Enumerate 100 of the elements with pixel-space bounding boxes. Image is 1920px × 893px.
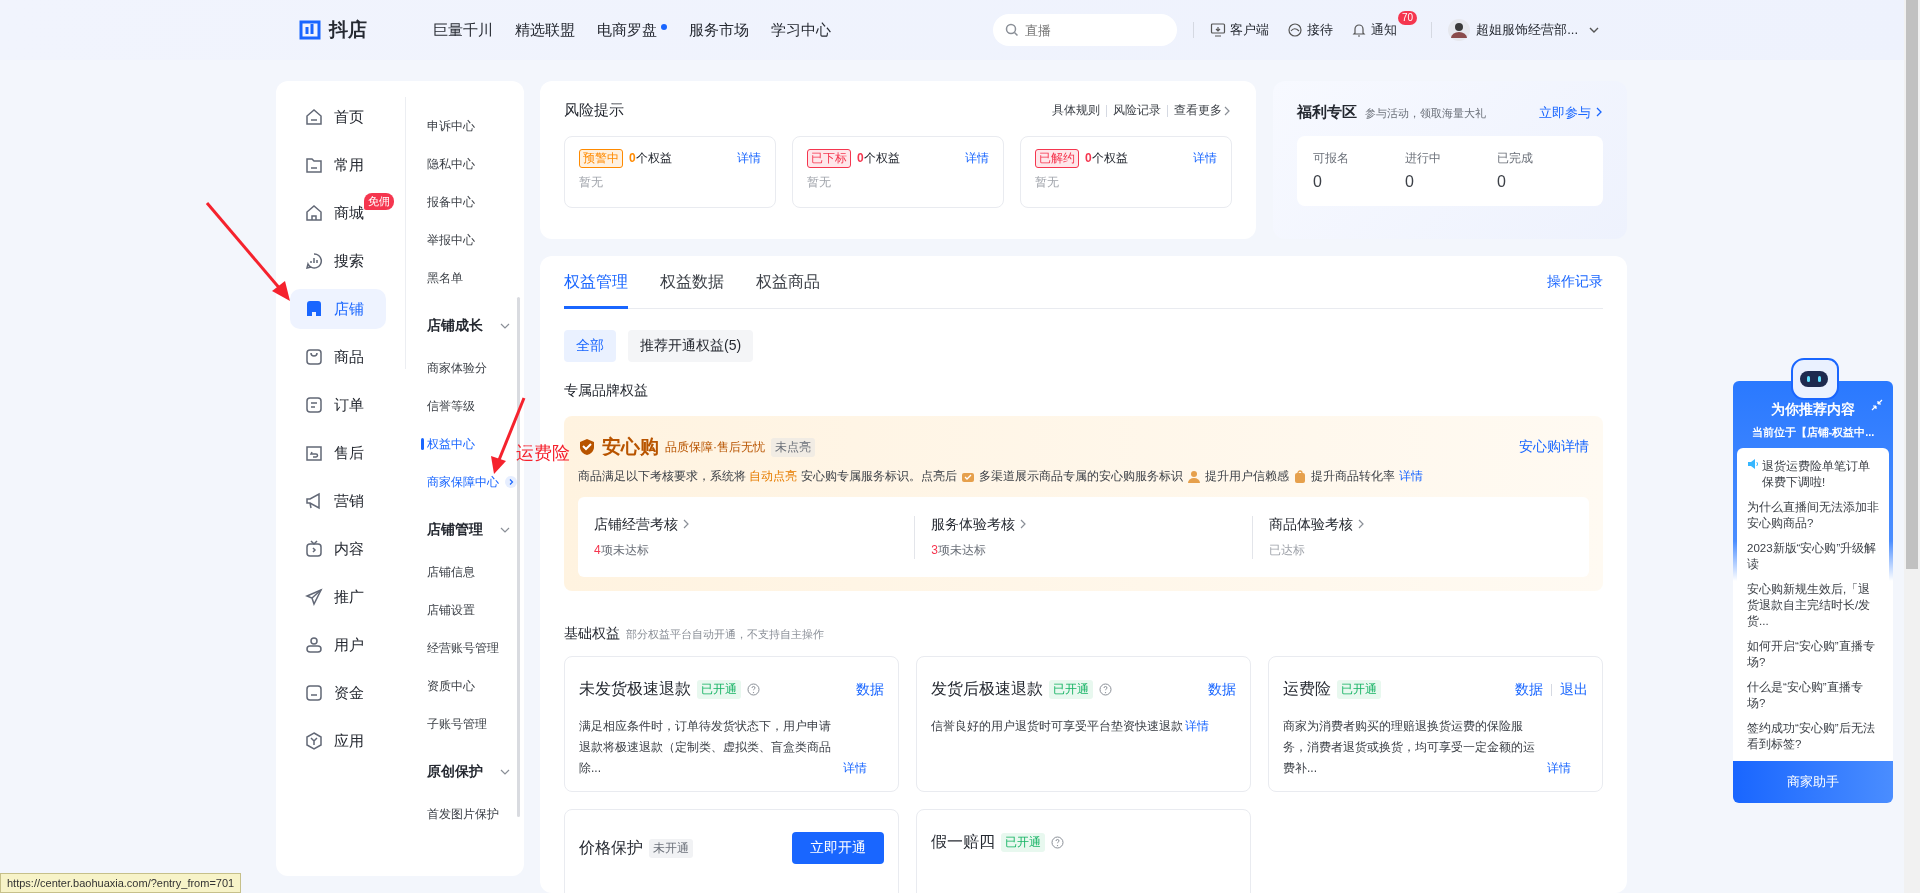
filter-button[interactable]: 推荐开通权益(5) [628, 330, 754, 362]
detail-link[interactable]: 详情 [1547, 758, 1571, 779]
logo-icon [297, 18, 323, 42]
detail-link[interactable]: 详情 [965, 150, 989, 167]
chevron-right-icon [1356, 518, 1365, 529]
sidebar-item[interactable]: 内容 [290, 529, 370, 569]
chevron-down-icon [500, 321, 510, 331]
sidebar-item[interactable]: 订单 [290, 385, 370, 425]
check-title[interactable]: 商品体验考核 [1268, 515, 1589, 534]
folder-icon [304, 155, 324, 175]
sidebar-item[interactable]: 资金 [290, 673, 370, 713]
sidebar-item[interactable]: 常用 [290, 145, 370, 185]
subnav-group[interactable]: 店铺成长 [405, 303, 524, 349]
risk-count: 0个权益 [629, 150, 672, 167]
check-title[interactable]: 店铺经营考核 [594, 515, 915, 534]
annotation-label: 运费险 [516, 442, 570, 465]
detail-link[interactable]: 详情 [1398, 468, 1423, 485]
risk-count: 0个权益 [1085, 150, 1128, 167]
action-link[interactable]: 数据 [1208, 680, 1236, 699]
join-link[interactable]: 立即参与 [1539, 103, 1603, 122]
sidebar-item[interactable]: 推广 [290, 577, 370, 617]
action-link[interactable]: 数据 [856, 680, 884, 699]
brand-detail-link[interactable]: 安心购详情 [1519, 438, 1589, 456]
subnav-item[interactable]: 子账号管理 [405, 705, 487, 743]
recommended-link[interactable]: 退货运费险单笔订单保费下调啦! [1741, 454, 1885, 495]
detail-link[interactable]: 详情 [1193, 150, 1217, 167]
subnav-item[interactable]: 商家保障中心 [405, 463, 517, 501]
sidebar-item[interactable]: 应用 [290, 721, 370, 761]
recommended-link[interactable]: 2023新版“安心购”升级解读 [1741, 536, 1885, 577]
subnav-item[interactable]: 隐私中心 [405, 145, 475, 183]
scrollbar[interactable] [1904, 0, 1920, 893]
risk-count: 0个权益 [857, 150, 900, 167]
person-icon [1186, 469, 1201, 484]
subnav-item[interactable]: 报备中心 [405, 183, 475, 221]
nav-link[interactable]: 服务市场 [689, 20, 749, 40]
action-link[interactable]: 数据 [1515, 680, 1543, 699]
account-name[interactable]: 超姐服饰经营部... [1476, 21, 1578, 39]
chevron-circle-icon [505, 476, 517, 488]
card-subtitle: 参与活动，领取海量大礼 [1365, 106, 1486, 121]
search-field[interactable]: 直播 [993, 14, 1178, 46]
chevron-right-icon [1019, 518, 1028, 529]
subnav-item[interactable]: 权益中心 [405, 425, 475, 463]
header-link[interactable]: 查看更多 [1174, 102, 1222, 119]
recommended-link[interactable]: 什么是“安心购”直播专场? [1741, 675, 1885, 716]
record-link[interactable]: 操作记录 [1547, 273, 1603, 291]
sidebar-item[interactable]: 店铺 [290, 289, 386, 329]
toolbar-link[interactable]: 接待 [1287, 21, 1334, 39]
home-icon [304, 107, 324, 127]
sidebar-item[interactable]: 售后 [290, 433, 370, 473]
toolbar-link[interactable]: 客户端 [1210, 21, 1270, 39]
nav-link[interactable]: 精选联盟 [515, 20, 575, 40]
tab[interactable]: 权益商品 [756, 256, 820, 309]
assistant-subtitle: 当前位于【店铺-权益中... [1750, 425, 1876, 440]
subnav-item[interactable]: 店铺设置 [405, 591, 475, 629]
perk-text: 多渠道展示商品专属的安心购服务标识 [978, 468, 1183, 485]
nav-link[interactable]: 学习中心 [771, 20, 831, 40]
tab[interactable]: 权益管理 [564, 256, 628, 309]
subnav-item[interactable]: 资质中心 [405, 667, 475, 705]
detail-link[interactable]: 详情 [843, 758, 867, 779]
sidebar-item[interactable]: 用户 [290, 625, 370, 665]
header-link[interactable]: 具体规则 [1052, 102, 1100, 119]
subnav-group[interactable]: 原创保护 [405, 749, 524, 795]
check-title[interactable]: 服务体验考核 [931, 515, 1252, 534]
sidebar-item[interactable]: 搜索 [290, 241, 370, 281]
card-title: 风险提示 [564, 101, 624, 120]
recommended-link[interactable]: 如何开启“安心购”直播专场? [1741, 634, 1885, 675]
house-icon [304, 203, 324, 223]
enable-button[interactable]: 立即开通 [792, 832, 884, 864]
tab[interactable]: 权益数据 [660, 256, 724, 309]
bag-icon [1292, 469, 1307, 484]
sidebar-item[interactable]: 商品 [290, 337, 370, 377]
benefit-description: 满足相应条件时，订单待发货状态下，用户申请退款将极速退款（定制类、虚拟类、盲盒类商品除... [579, 718, 832, 777]
subnav-item[interactable]: 举报中心 [405, 221, 475, 259]
subnav-group[interactable]: 店铺管理 [405, 507, 524, 553]
subnav-item[interactable]: 店铺信息 [405, 553, 475, 591]
bell-icon [1351, 22, 1368, 38]
nav-link[interactable]: 巨量千川 [433, 20, 493, 40]
sidebar-item[interactable]: 营销 [290, 481, 370, 521]
toolbar-link[interactable]: 通知 [1351, 21, 1398, 39]
sidebar-item[interactable]: 首页 [290, 97, 370, 137]
assistant-button[interactable]: 商家助手 [1733, 761, 1893, 803]
subnav-item[interactable]: 信誉等级 [405, 387, 475, 425]
subnav-item[interactable]: 黑名单 [405, 259, 463, 297]
header-link[interactable]: 风险记录 [1113, 102, 1161, 119]
chevron-right-icon [681, 518, 690, 529]
subnav-item[interactable]: 商家体验分 [405, 349, 487, 387]
subnav-item[interactable]: 首发图片保护 [405, 795, 499, 833]
recommended-link[interactable]: 签约成功“安心购”后无法看到标签? [1741, 716, 1885, 757]
subnav-item[interactable]: 经营账号管理 [405, 629, 499, 667]
action-link[interactable]: 退出 [1560, 680, 1588, 699]
stat-label: 可报名 [1313, 150, 1349, 167]
subnav-item[interactable]: 申诉中心 [405, 107, 475, 145]
nav-link[interactable]: 电商罗盘 [597, 20, 667, 40]
filter-button[interactable]: 全部 [564, 330, 616, 362]
detail-link[interactable]: 详情 [1185, 716, 1209, 737]
recommended-link[interactable]: 为什么直播间无法添加非安心购商品? [1741, 495, 1885, 536]
detail-link[interactable]: 详情 [737, 150, 761, 167]
promo-badge: 免佣 [364, 193, 394, 210]
status-tag: 未开通 [649, 838, 693, 858]
recommended-link[interactable]: 安心购新规生效后,「退货退款自主完结时长/发货... [1741, 577, 1885, 634]
